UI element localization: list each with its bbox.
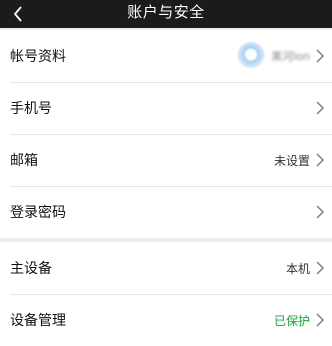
row-login-password[interactable]: 登录密码 (0, 186, 332, 238)
chevron-right-icon (316, 101, 324, 115)
row-account-profile[interactable]: 帐号资料 黑河lon (0, 30, 332, 82)
email-status: 未设置 (273, 153, 310, 168)
chevron-right-icon (316, 153, 324, 167)
row-label: 主设备 (10, 261, 52, 277)
chevron-right-icon (316, 313, 324, 327)
account-settings-group: 帐号资料 黑河lon 手机号 邮箱 未设置 登录密码 (0, 30, 332, 238)
protection-status: 已保护 (273, 313, 310, 328)
chevron-right-icon (316, 205, 324, 219)
account-name: 黑河lon (271, 50, 310, 63)
device-settings-group: 主设备 本机 设备管理 已保护 (0, 242, 332, 346)
row-main-device[interactable]: 主设备 本机 (0, 242, 332, 294)
row-label: 登录密码 (10, 205, 66, 221)
chevron-right-icon (316, 49, 324, 63)
main-device-value: 本机 (285, 261, 310, 276)
row-label: 设备管理 (10, 313, 66, 329)
row-phone[interactable]: 手机号 (0, 82, 332, 134)
row-label: 帐号资料 (10, 49, 66, 65)
row-email[interactable]: 邮箱 未设置 (0, 134, 332, 186)
title-bar: 账户与安全 (0, 0, 332, 28)
chevron-right-icon (316, 261, 324, 275)
row-label: 邮箱 (10, 153, 38, 169)
row-label: 手机号 (10, 101, 52, 117)
page-title: 账户与安全 (127, 3, 205, 21)
row-device-management[interactable]: 设备管理 已保护 (0, 294, 332, 346)
avatar (237, 42, 266, 70)
